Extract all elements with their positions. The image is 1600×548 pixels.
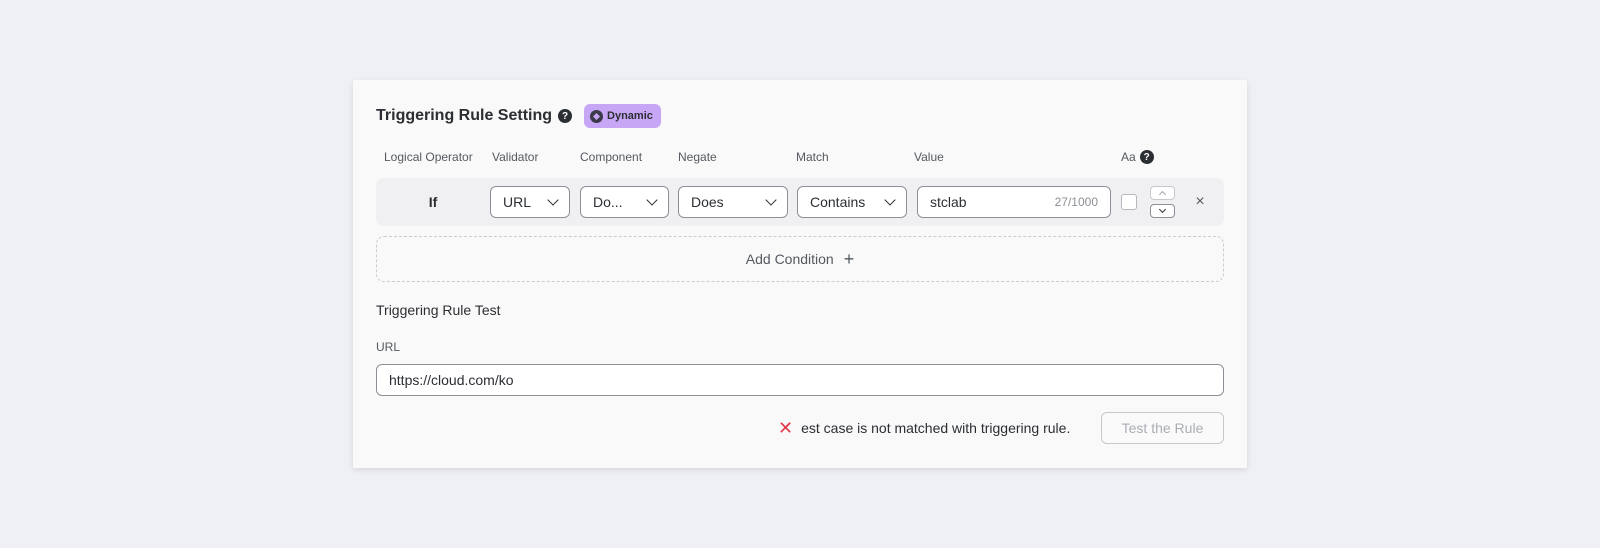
case-help-icon[interactable]: ? <box>1139 150 1154 164</box>
plus-icon: + <box>843 249 855 269</box>
value-text: stclab <box>930 194 967 210</box>
negate-value: Does <box>691 194 724 210</box>
logical-operator-label: If <box>428 194 438 210</box>
help-icon[interactable]: ? <box>558 109 573 123</box>
chevron-down-icon <box>765 194 777 206</box>
match-select[interactable]: Contains <box>797 186 907 218</box>
triggering-rule-card: Triggering Rule Setting ? Dynamic Logica… <box>353 80 1247 468</box>
chevron-down-icon <box>646 194 658 206</box>
dynamic-icon <box>590 109 604 123</box>
component-value: Do... <box>593 194 623 210</box>
chevron-down-icon <box>884 194 896 206</box>
validator-select[interactable]: URL <box>490 186 570 218</box>
page-title: Triggering Rule Setting <box>376 107 553 124</box>
move-down-button[interactable] <box>1150 204 1175 218</box>
error-x-icon: ✕ <box>778 418 794 438</box>
title-row: Triggering Rule Setting ? Dynamic <box>376 104 661 128</box>
chevron-down-icon <box>547 194 559 206</box>
case-sensitive-checkbox[interactable] <box>1121 194 1137 210</box>
value-char-count: 27/1000 <box>1054 195 1098 209</box>
value-input[interactable]: stclab 27/1000 <box>917 186 1111 218</box>
move-up-button[interactable] <box>1150 186 1175 200</box>
remove-condition-icon[interactable]: × <box>1192 194 1208 210</box>
negate-select[interactable]: Does <box>678 186 788 218</box>
dynamic-badge: Dynamic <box>584 104 661 128</box>
chevron-down-icon <box>1158 205 1167 214</box>
add-condition-button[interactable]: Add Condition + <box>376 236 1224 282</box>
test-section-title: Triggering Rule Test <box>376 302 501 318</box>
col-header-negate: Negate <box>678 150 717 164</box>
col-header-logical-operator: Logical Operator <box>384 150 473 164</box>
case-label: Aa <box>1121 150 1136 164</box>
url-field-label: URL <box>376 340 401 354</box>
url-input[interactable]: https://cloud.com/ko <box>376 364 1224 396</box>
col-header-case: Aa ? <box>1121 150 1154 164</box>
url-input-value: https://cloud.com/ko <box>389 372 514 388</box>
chevron-up-icon <box>1158 190 1167 199</box>
test-result: ✕ est case is not matched with triggerin… <box>778 412 1070 444</box>
validator-value: URL <box>503 194 532 210</box>
condition-row: If URL Do... Does Contains stclab 27/100… <box>376 178 1224 226</box>
component-select[interactable]: Do... <box>580 186 669 218</box>
col-header-component: Component <box>580 150 643 164</box>
add-condition-label: Add Condition <box>745 251 834 267</box>
col-header-validator: Validator <box>492 150 539 164</box>
test-result-message: est case is not matched with triggering … <box>801 420 1071 436</box>
test-rule-button[interactable]: Test the Rule <box>1101 412 1224 444</box>
badge-label: Dynamic <box>607 110 653 122</box>
col-header-value: Value <box>914 150 944 164</box>
match-value: Contains <box>810 194 866 210</box>
col-header-match: Match <box>796 150 829 164</box>
